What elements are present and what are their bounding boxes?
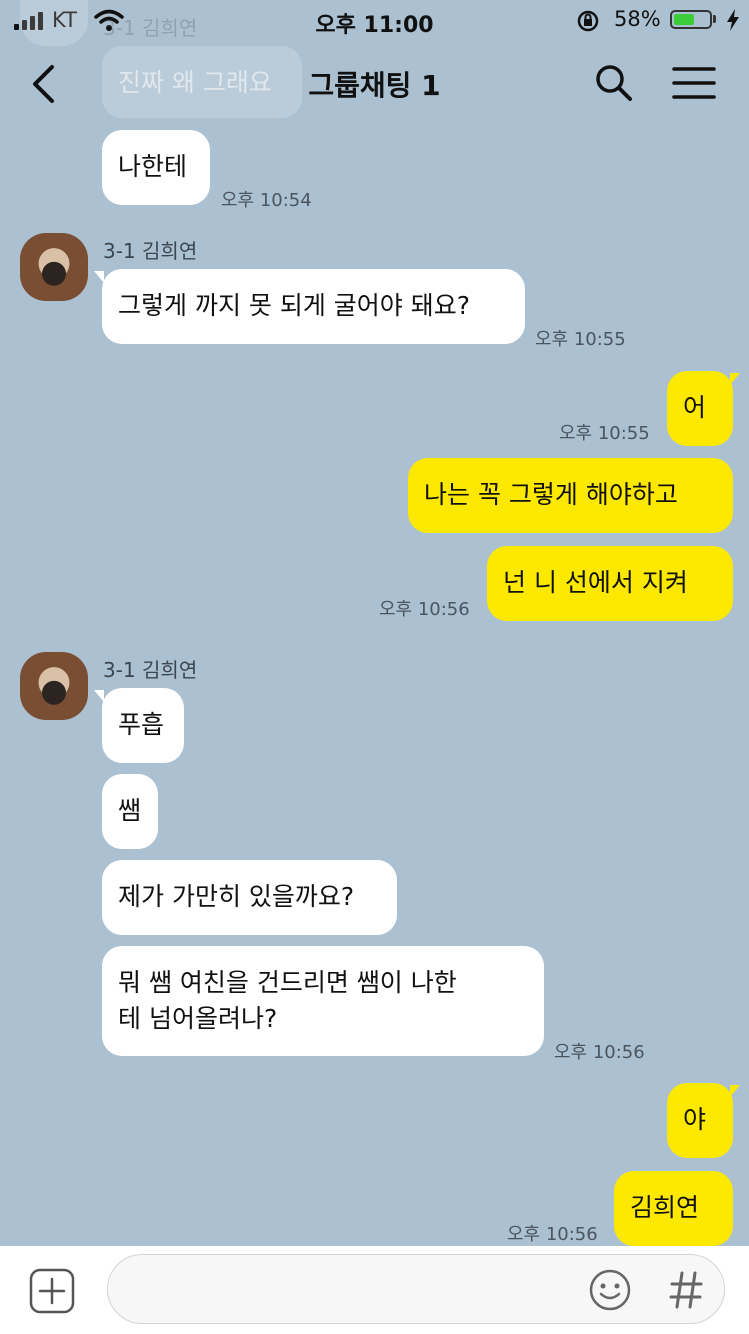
message-text: 나한테 [118, 152, 188, 181]
orientation-lock-icon [577, 10, 599, 32]
message-time: 오후 10:56 [379, 599, 470, 620]
message-bubble[interactable]: 야 [667, 1083, 733, 1158]
message-bubble[interactable]: 푸흡 [102, 688, 184, 763]
battery-cap [713, 15, 716, 23]
message-bubble[interactable]: 김희연 [614, 1171, 733, 1246]
message-text: 야 [683, 1105, 707, 1134]
message-bubble[interactable]: 나는 꼭 그렇게 해야하고 [408, 458, 733, 533]
message-text: 푸흡 [118, 710, 165, 739]
avatar[interactable] [20, 233, 88, 301]
message-bubble[interactable]: 제가 가만히 있을까요? [102, 860, 397, 935]
message-bubble[interactable]: 어 [667, 371, 733, 446]
message-text: 그렇게 까지 못 되게 굴어야 돼요? [118, 291, 471, 320]
message-bubble[interactable]: 넌 니 선에서 지켜 [487, 546, 733, 621]
ghost-sender: 3-1 김희연 [103, 16, 198, 40]
message-bubble[interactable]: 그렇게 까지 못 되게 굴어야 돼요? [102, 269, 525, 344]
message-text-line: 테 넘어올려나? [118, 1004, 278, 1033]
sender-name: 3-1 김희연 [103, 658, 198, 682]
search-icon[interactable] [595, 64, 633, 102]
message-text: 어 [683, 393, 707, 422]
message-text-line: 뭐 쌤 여친을 건드리면 쌤이 나한 [118, 968, 457, 997]
avatar[interactable] [20, 652, 88, 720]
message-bubble[interactable]: 나한테 [102, 130, 210, 205]
charging-icon [727, 9, 739, 31]
message-text: 나는 꼭 그렇게 해야하고 [424, 480, 678, 509]
message-text: 넌 니 선에서 지켜 [503, 568, 688, 597]
menu-icon[interactable] [672, 66, 716, 100]
ghost-avatar [20, 0, 88, 46]
battery-percent: 58% [614, 7, 661, 31]
message-text: 제가 가만히 있을까요? [118, 882, 355, 911]
bubble-tail [730, 1085, 740, 1097]
sender-name: 3-1 김희연 [103, 239, 198, 263]
hash-icon[interactable] [668, 1270, 704, 1310]
message-time: 오후 10:56 [554, 1042, 645, 1063]
message-time: 오후 10:54 [221, 190, 312, 211]
battery-icon [670, 10, 712, 29]
bubble-tail [730, 373, 740, 385]
emoji-icon[interactable] [588, 1268, 632, 1312]
message-text: 쌤 [118, 796, 142, 825]
message-text: 김희연 [630, 1193, 700, 1222]
plus-icon[interactable] [29, 1268, 75, 1314]
message-time: 오후 10:55 [535, 329, 626, 350]
message-time: 오후 10:56 [507, 1224, 598, 1245]
message-bubble[interactable]: 쌤 [102, 774, 158, 849]
message-bubble[interactable]: 뭐 쌤 여친을 건드리면 쌤이 나한 테 넘어올려나? [102, 946, 544, 1056]
message-input[interactable] [107, 1254, 725, 1324]
message-time: 오후 10:55 [559, 423, 650, 444]
chat-title: 그룹채팅 1 [308, 69, 441, 102]
